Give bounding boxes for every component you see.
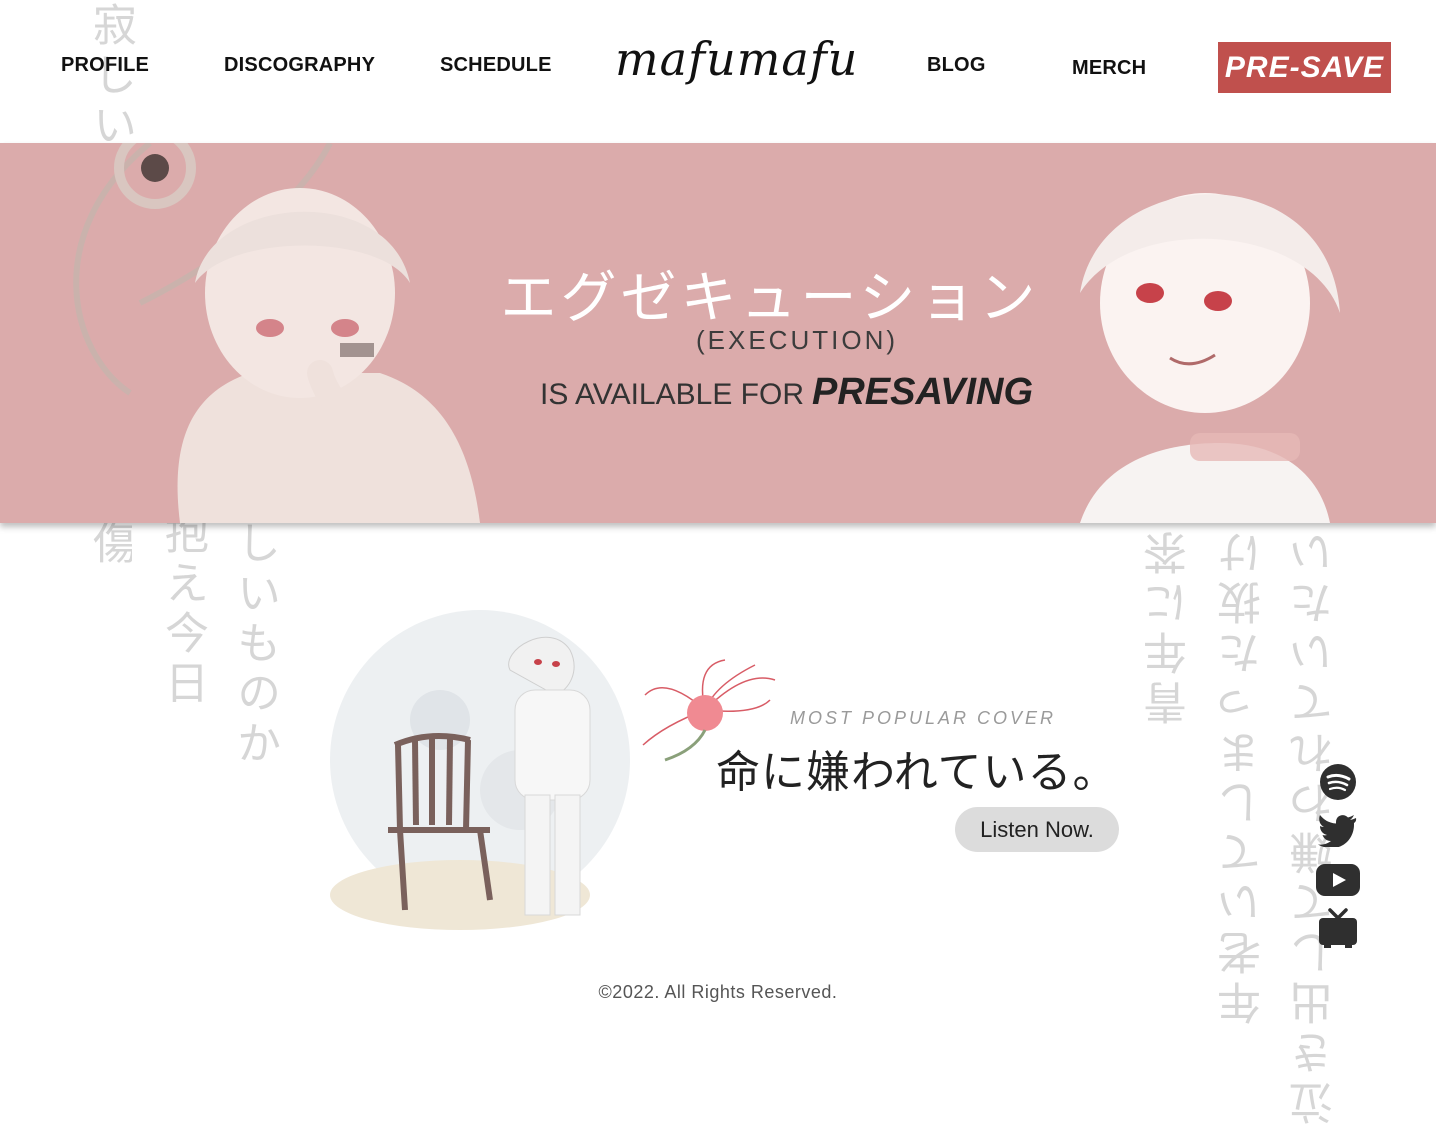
- cover-title: 命に嫌われている。: [716, 747, 1118, 798]
- banner-right-illustration: [1080, 193, 1340, 523]
- nav-schedule[interactable]: SCHEDULE: [440, 54, 552, 77]
- banner-availability: IS AVAILABLE FOR PRESAVING: [540, 371, 1100, 414]
- lyric-column-4: しいものか: [229, 520, 280, 770]
- niconico-link[interactable]: [1316, 908, 1360, 948]
- youtube-icon: [1316, 864, 1360, 896]
- youtube-link[interactable]: [1316, 860, 1360, 900]
- banner-title-en: (EXECUTION): [696, 325, 898, 355]
- cover-label: MOST POPULAR COVER: [790, 708, 1057, 728]
- banner-title-jp: エグゼキューション: [500, 266, 1040, 331]
- cover-artwork: [330, 610, 630, 930]
- lyric-column-6: 年老いてしまった抜け: [1218, 525, 1269, 1025]
- spotify-icon: [1320, 764, 1356, 800]
- site-header: PROFILE DISCOGRAPHY SCHEDULE mafumafu BL…: [0, 0, 1436, 143]
- banner-available-emphasis: PRESAVING: [812, 371, 1034, 413]
- twitter-icon: [1318, 815, 1357, 847]
- twitter-link[interactable]: [1316, 810, 1360, 850]
- nav-discography[interactable]: DISCOGRAPHY: [224, 54, 375, 77]
- lyric-column-3: 抱え今日: [157, 510, 208, 710]
- listen-now-button[interactable]: Listen Now.: [955, 807, 1119, 852]
- presave-banner[interactable]: エグゼキューション (EXECUTION) IS AVAILABLE FOR PR…: [0, 143, 1436, 523]
- footer-copyright: ©2022. All Rights Reserved.: [598, 982, 838, 1002]
- presave-button[interactable]: PRE-SAVE: [1218, 42, 1391, 93]
- niconico-icon: [1319, 908, 1357, 948]
- lyric-column-5: 青年に茶: [1144, 525, 1195, 725]
- nav-merch[interactable]: MERCH: [1072, 57, 1146, 80]
- site-logo[interactable]: mafumafu: [615, 32, 857, 86]
- nav-blog[interactable]: BLOG: [927, 54, 986, 77]
- banner-available-text: IS AVAILABLE FOR: [540, 378, 804, 411]
- nav-profile[interactable]: PROFILE: [61, 54, 149, 77]
- spotify-link[interactable]: [1316, 762, 1360, 802]
